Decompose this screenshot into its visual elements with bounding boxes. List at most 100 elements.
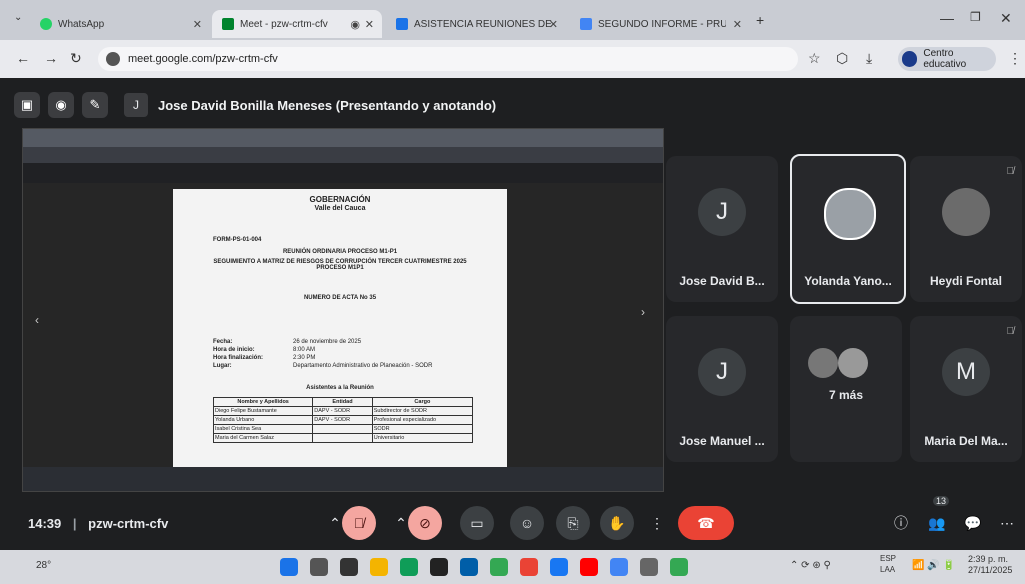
restore-icon[interactable]: ❐: [970, 10, 981, 24]
participant-name: Jose David B...: [679, 274, 765, 288]
info-icon[interactable]: ⓘ: [884, 506, 918, 540]
network-volume-battery-icon[interactable]: 📶 🔊 🔋: [912, 560, 955, 571]
close-tab-icon[interactable]: ✕: [365, 18, 374, 31]
doc-label: Lugar:: [213, 363, 232, 369]
chrome-profile-icon[interactable]: [520, 558, 538, 576]
tab-label: WhatsApp: [58, 18, 105, 30]
shared-doc-area: GOBERNACIÓN Valle del Cauca FORM-PS-01-0…: [23, 183, 663, 467]
table-cell: Profesional especializado: [371, 415, 474, 425]
docs-icon: [580, 18, 592, 30]
facebook-icon[interactable]: [550, 558, 568, 576]
captions-button[interactable]: ⎘: [556, 506, 590, 540]
close-tab-icon[interactable]: ✕: [193, 18, 202, 31]
hp-icon[interactable]: [460, 558, 478, 576]
meeting-code: pzw-crtm-cfv: [88, 516, 169, 531]
site-info-icon[interactable]: [106, 52, 120, 66]
download-icon[interactable]: ⤓: [866, 50, 872, 67]
table-header: Entidad: [312, 397, 373, 407]
participant-name: Jose Manuel ...: [679, 434, 765, 448]
avatar: [838, 348, 868, 378]
emoji-button[interactable]: ☺: [510, 506, 544, 540]
close-window-icon[interactable]: ✕: [1000, 10, 1012, 27]
new-tab-icon[interactable]: +: [756, 12, 764, 28]
prev-arrow-icon[interactable]: ‹: [35, 313, 39, 327]
participant-name: Heydi Fontal: [929, 274, 1002, 288]
avatar: [902, 51, 918, 67]
table-row: Yolanda Urbano DAPV - SODR Profesional e…: [212, 415, 474, 425]
tab-search-icon[interactable]: ⌄: [14, 12, 22, 23]
chrome-icon[interactable]: [490, 558, 508, 576]
annotate-icon[interactable]: ✎: [82, 92, 108, 118]
extensions-icon[interactable]: ⬡: [836, 50, 848, 67]
raise-hand-button[interactable]: ✋: [600, 506, 634, 540]
back-icon[interactable]: ←: [16, 50, 30, 66]
people-count-badge: 13: [933, 496, 950, 506]
meeting-info: 14:39 | pzw-crtm-cfv: [28, 516, 168, 531]
activities-icon[interactable]: ⋯: [990, 506, 1024, 540]
doc-title: REUNIÓN ORDINARIA PROCESO M1-P1: [282, 249, 398, 255]
app-icon[interactable]: [430, 558, 448, 576]
participant-tile[interactable]: J Jose David B...: [666, 156, 778, 302]
more-options-icon[interactable]: ⋮: [640, 506, 674, 540]
table-cell: [312, 433, 373, 443]
participant-tile-active[interactable]: Yolanda Yano...: [790, 154, 906, 304]
mic-off-button[interactable]: 🎙̸: [342, 506, 376, 540]
clock-date[interactable]: 27/11/2025: [968, 565, 1012, 575]
language-indicator[interactable]: ESP: [880, 554, 896, 563]
presenter-avatar: J: [124, 93, 148, 117]
youtube-icon[interactable]: [580, 558, 598, 576]
avatar: [942, 188, 990, 236]
table-cell: Subdirector de SODR: [371, 406, 474, 416]
clock-time[interactable]: 2:39 p. m.: [968, 554, 1008, 564]
bookmark-star-icon[interactable]: ☆: [808, 50, 821, 67]
participant-tile[interactable]: 🎙̸ Heydi Fontal: [910, 156, 1022, 302]
tray-icons[interactable]: ⌃ ⟳ ⊛ ⚲: [790, 560, 831, 571]
tab-asistencia[interactable]: ASISTENCIA REUNIONES DE TI ✕: [386, 10, 566, 38]
weather-widget[interactable]: 28°: [36, 560, 51, 571]
start-icon[interactable]: [280, 558, 298, 576]
tab-informe[interactable]: SEGUNDO INFORME - PRUEBA ✕: [570, 10, 750, 38]
whatsapp-icon: [40, 18, 52, 30]
meet-area: ▣ ◉ ✎ J Jose David Bonilla Meneses (Pres…: [0, 78, 1025, 550]
table-cell: Isabel Cristina Sea: [212, 424, 314, 434]
avatar: J: [698, 348, 746, 396]
search-icon[interactable]: [310, 558, 328, 576]
table-header: Cargo: [371, 397, 474, 407]
tab-meet[interactable]: Meet - pzw-crtm-cfv ◉ ✕: [212, 10, 382, 38]
shared-address-bar: [23, 147, 663, 163]
doc-value: 8:00 AM: [293, 347, 316, 353]
language-indicator[interactable]: LAA: [880, 565, 895, 574]
chrome-profile-icon[interactable]: [670, 558, 688, 576]
close-tab-icon[interactable]: ✕: [733, 18, 742, 31]
next-arrow-icon[interactable]: ›: [641, 305, 645, 319]
end-call-button[interactable]: ☎: [678, 506, 734, 540]
more-participants-tile[interactable]: 7 más: [790, 316, 902, 462]
participant-tile[interactable]: 🎙̸ M Maria Del Ma...: [910, 316, 1022, 462]
stop-presenting-icon[interactable]: ▣: [14, 92, 40, 118]
chrome-profile-icon[interactable]: [610, 558, 628, 576]
record-icon[interactable]: ◉: [48, 92, 74, 118]
table-row: Isabel Cristina Sea SODR: [212, 424, 474, 434]
doc-header: GOBERNACIÓN: [309, 195, 371, 204]
address-bar[interactable]: meet.google.com/pzw-crtm-cfv: [98, 47, 798, 71]
screen-share[interactable]: GOBERNACIÓN Valle del Cauca FORM-PS-01-0…: [22, 128, 664, 492]
people-button[interactable]: 👥: [920, 506, 954, 540]
app-icon[interactable]: [640, 558, 658, 576]
forward-icon[interactable]: →: [44, 50, 58, 66]
participant-tile[interactable]: J Jose Manuel ...: [666, 316, 778, 462]
camera-off-button[interactable]: ⊘: [408, 506, 442, 540]
tab-whatsapp[interactable]: WhatsApp ✕: [30, 10, 210, 38]
tab-label: SEGUNDO INFORME - PRUEBA: [598, 18, 726, 30]
task-view-icon[interactable]: [340, 558, 358, 576]
profile-button[interactable]: Centro educativo: [898, 47, 996, 71]
more-count: 7 más: [828, 388, 864, 402]
app-icon[interactable]: [400, 558, 418, 576]
minimize-icon[interactable]: —: [940, 10, 954, 26]
close-tab-icon[interactable]: ✕: [549, 18, 558, 31]
file-explorer-icon[interactable]: [370, 558, 388, 576]
present-button[interactable]: ▭: [460, 506, 494, 540]
chat-icon[interactable]: 💬: [956, 506, 990, 540]
reload-icon[interactable]: ↻: [70, 50, 82, 67]
more-menu-icon[interactable]: ⋮: [1008, 50, 1022, 67]
participant-name: Maria Del Ma...: [924, 434, 1008, 448]
